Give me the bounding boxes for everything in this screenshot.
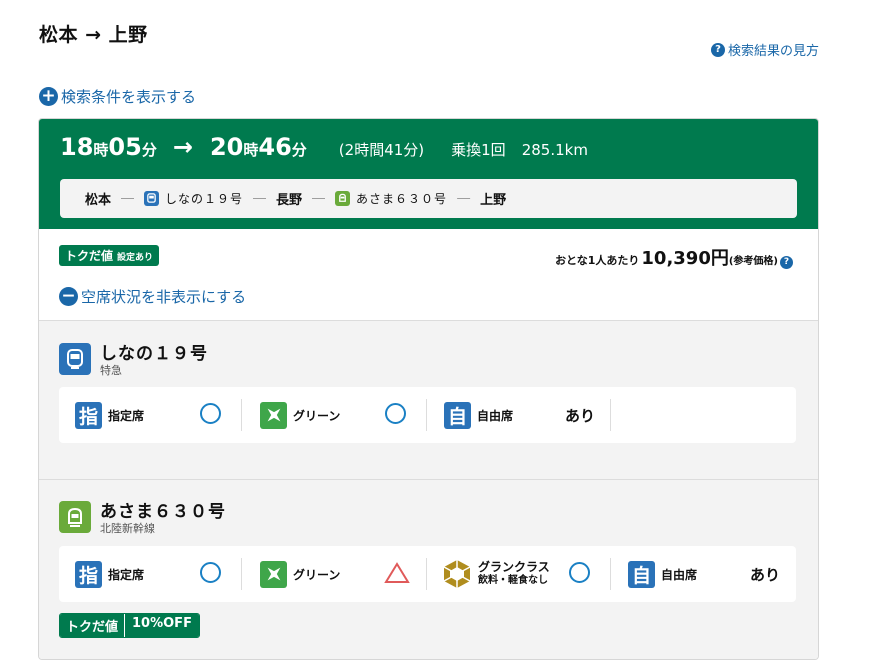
divider [241,399,242,431]
seat-reserved: 指 指定席 [75,546,144,602]
gran-class-icon [442,559,472,589]
arrival-hour: 20 [209,133,244,161]
train-type: 北陸新幹線 [100,522,155,535]
seat-label: グリーン [293,408,341,423]
minus-icon: − [59,287,78,306]
reserved-seat-icon: 指 [75,401,102,429]
status-available-icon[interactable] [200,562,221,583]
fare-row: トクだ値 設定あり おとな1人あたり 10,390円 (参考価格) ? [59,244,796,269]
help-link-label: 検索結果の見方 [728,44,820,59]
seat-label: 自由席 [477,408,514,423]
route-dash: ― [121,191,135,206]
hide-seats-label: 空席状況を非表示にする [81,288,247,306]
result-header: 18 時 05 分 → 20 時 46 分 (2時間41分) 乗換1回 285.1km 松本… [39,119,818,229]
free-seat-status: あり [565,407,596,425]
limited-express-train-icon [59,343,91,375]
seat-gran-class: グランクラス 飲料・軽食なし [442,546,550,602]
train-name: しなの１９号 [100,344,208,364]
arrow-icon: → [172,133,193,161]
distance: 285.1km [521,141,588,159]
train-header: あさま６３０号 北陸新幹線 [59,501,226,535]
departure-minute: 05 [108,133,142,161]
train-section: しなの１９号 特急 指 指定席 グリーン 自 自由席 あり [39,320,818,479]
gran-class-label: グランクラス 飲料・軽食なし [478,560,550,588]
station-destination: 上野 [480,193,507,208]
seat-green: グリーン [260,387,340,443]
divider [610,558,611,590]
route-train-1: しなの１９号 [165,192,244,206]
seat-label: 自由席 [661,567,698,582]
plus-icon: + [39,87,58,106]
train-section: あさま６３０号 北陸新幹線 指 指定席 グリーン グランクラス 飲料・軽食なし … [39,479,818,659]
free-seat-status: あり [750,566,781,584]
route-dash: ― [312,191,326,206]
fare: おとな1人あたり 10,390円 (参考価格) ? [555,244,796,270]
minute-unit: 分 [291,141,307,159]
toku-discount: 10%OFF [124,614,199,637]
green-car-icon [260,401,287,429]
toku-label: トクだ値 [60,614,125,637]
divider [610,399,611,431]
duration: (2時間41分) [338,141,425,159]
train-name: あさま６３０号 [100,502,226,522]
status-available-icon[interactable] [385,403,406,424]
green-car-icon [260,560,287,588]
show-conditions-toggle[interactable]: + 検索条件を表示する [39,86,196,107]
toku-discount-badge: トクだ値 10%OFF [59,613,200,638]
divider [426,399,427,431]
transfer-count: 乗換1回 [451,141,506,159]
route-dash: ― [457,191,471,206]
show-conditions-label: 検索条件を表示する [61,88,197,106]
minute-unit: 分 [141,141,157,159]
route-dash: ― [253,191,267,206]
fare-ref: (参考価格) [728,256,778,267]
reserved-seat-icon: 指 [75,560,102,588]
seat-free: 自 自由席 [444,387,513,443]
status-available-icon[interactable] [200,403,221,424]
toku-badge: トクだ値 設定あり [59,245,160,266]
question-icon: ? [711,42,725,57]
toku-badge-sub: 設定あり [117,253,154,263]
question-icon[interactable]: ? [780,255,793,269]
toku-badge-label: トクだ値 [65,249,114,263]
divider [426,558,427,590]
arrival-minute: 46 [258,133,292,161]
seat-label: グリーン [293,567,341,582]
seat-free: 自 自由席 [628,546,697,602]
shinkansen-train-icon [335,191,351,206]
gran-class-sub: 飲料・軽食なし [478,575,548,586]
seat-green: グリーン [260,546,340,602]
hide-seats-toggle[interactable]: − 空席状況を非表示にする [59,286,246,307]
status-available-icon[interactable] [569,562,590,583]
station-transfer: 長野 [276,193,303,208]
limited-express-train-icon [144,191,160,206]
seat-label: 指定席 [108,567,145,582]
train-header: しなの１９号 特急 [59,343,208,377]
route-bar: 松本 ― しなの１９号 ― 長野 ― あさま６３０号 ― 上野 [60,179,797,218]
fare-prefix: おとな1人あたり [555,254,640,267]
hour-unit: 時 [93,141,109,159]
station-origin: 松本 [85,193,112,208]
shinkansen-train-icon [59,501,91,533]
help-link[interactable]: ? 検索結果の見方 [711,40,819,59]
result-card: 18 時 05 分 → 20 時 46 分 (2時間41分) 乗換1回 285.1km 松本… [38,118,819,660]
status-few-icon[interactable] [384,562,410,588]
seat-availability: 指 指定席 グリーン 自 自由席 あり [59,387,796,443]
route-train-2: あさま６３０号 [356,192,448,206]
seat-label: 指定席 [108,408,145,423]
departure-hour: 18 [60,133,94,161]
seat-reserved: 指 指定席 [75,387,144,443]
route-title: 松本 → 上野 [39,24,148,46]
seat-availability: 指 指定席 グリーン グランクラス 飲料・軽食なし 自 自由席 あり [59,546,796,602]
free-seat-icon: 自 [444,401,471,429]
divider [241,558,242,590]
free-seat-icon: 自 [628,560,655,588]
hour-unit: 時 [243,141,259,159]
fare-amount: 10,390円 [641,248,729,269]
time-summary: 18 時 05 分 → 20 時 46 分 (2時間41分) 乗換1回 285.1km [60,133,588,161]
train-type: 特急 [100,364,122,377]
seat-label: グランクラス [478,560,550,574]
